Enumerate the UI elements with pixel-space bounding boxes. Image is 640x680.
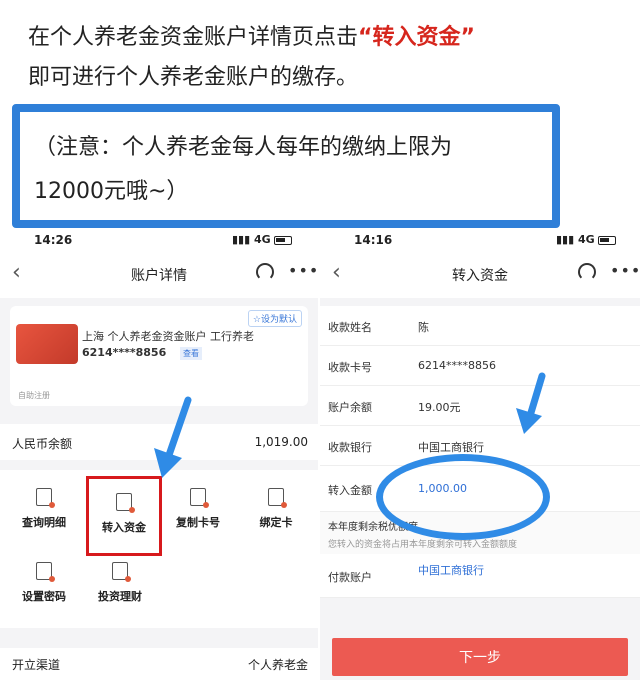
field-payer-account[interactable]: 付款账户 中国工商银行: [320, 554, 640, 598]
action-copy-card[interactable]: 复制卡号: [160, 488, 236, 530]
copy-icon: [190, 488, 209, 508]
transfer-in-icon: [116, 493, 135, 513]
action-label: 投资理财: [98, 590, 142, 603]
field-value: 19.00元: [418, 401, 461, 414]
action-transfer-in[interactable]: 转入资金: [86, 476, 162, 556]
note-line2: 12000元哦~）: [34, 179, 189, 204]
lock-icon: [36, 562, 55, 582]
action-query-detail[interactable]: 查询明细: [6, 488, 82, 530]
arrow-down-left-icon: [154, 396, 192, 478]
headset-icon[interactable]: [578, 263, 596, 281]
note-box: （注意：个人养老金每人每年的缴纳上限为 12000元哦~）: [12, 104, 560, 228]
battery-icon: [273, 235, 292, 245]
network-label: 4G: [254, 233, 271, 246]
network-label: 4G: [578, 233, 595, 246]
field-payee-name: 收款姓名 陈: [320, 306, 640, 346]
balance-label: 人民币余额: [12, 437, 73, 451]
field-label: 收款姓名: [328, 321, 372, 334]
view-button[interactable]: 查看: [180, 347, 202, 360]
note-text: （注意：个人养老金每人每年的缴纳上限为 12000元哦~）: [34, 126, 452, 214]
balance-value: 1,019.00: [254, 435, 308, 449]
account-card: ☆设为默认 上海 个人养老金资金账户 工行养老 6214****8856 查看 …: [10, 306, 308, 406]
signal-icon: ▮▮▮ 4G: [232, 233, 292, 246]
field-label: 账户余额: [328, 401, 372, 414]
status-bar: 14:26 ▮▮▮ 4G: [0, 230, 318, 252]
invest-icon: [112, 562, 131, 582]
status-time: 14:26: [34, 233, 73, 247]
action-label: 绑定卡: [259, 516, 293, 529]
field-value: 中国工商银行: [418, 441, 484, 454]
action-invest[interactable]: 投资理财: [82, 562, 158, 604]
field-label: 转入金额: [328, 484, 372, 497]
field-account-balance: 账户余额 19.00元: [320, 386, 640, 426]
nav-bar: ‹ 转入资金 •••: [320, 252, 640, 298]
action-label: 查询明细: [22, 516, 66, 529]
signal-icon: ▮▮▮ 4G: [556, 233, 616, 246]
headset-icon[interactable]: [256, 263, 274, 281]
nav-bar: ‹ 账户详情 •••: [0, 252, 318, 298]
intro-line2: 即可进行个人养老金账户的缴存。: [28, 65, 359, 90]
field-label: 收款卡号: [328, 361, 372, 374]
field-value: 陈: [418, 321, 429, 334]
field-payee-card: 收款卡号 6214****8856: [320, 346, 640, 386]
intro-highlight: “转入资金”: [358, 25, 475, 50]
note-line1: （注意：个人养老金每人每年的缴纳上限为: [34, 135, 453, 160]
account-name: 上海 个人养老金资金账户 工行养老: [82, 330, 254, 343]
battery-icon: [597, 235, 616, 245]
transfer-form: 收款姓名 陈 收款卡号 6214****8856 账户余额 19.00元 收款银…: [320, 306, 640, 598]
arrow-down-right-icon: [516, 372, 546, 434]
action-label: 复制卡号: [176, 516, 220, 529]
field-label: 付款账户: [328, 571, 372, 584]
field-value: 6214****8856: [418, 359, 496, 372]
more-icon[interactable]: •••: [288, 261, 318, 280]
register-note: 自助注册: [18, 391, 50, 400]
more-icon[interactable]: •••: [610, 261, 640, 280]
action-label: 转入资金: [102, 521, 146, 534]
detail-icon: [36, 488, 55, 508]
set-default-button[interactable]: ☆设为默认: [247, 310, 302, 327]
account-number: 6214****8856: [82, 346, 167, 359]
channel-row: 开立渠道 个人养老金: [0, 648, 318, 680]
bind-card-icon: [268, 488, 287, 508]
action-grid: 查询明细 转入资金 复制卡号 绑定卡 设置密码 投资理财: [0, 470, 318, 628]
intro-line1: 在个人养老金资金账户详情页点击: [28, 25, 359, 50]
status-time: 14:16: [354, 233, 393, 247]
action-label: 设置密码: [22, 590, 66, 603]
action-bind-card[interactable]: 绑定卡: [238, 488, 314, 530]
status-bar: 14:16 ▮▮▮ 4G: [320, 230, 640, 252]
field-label: 收款银行: [328, 441, 372, 454]
channel-value: 个人养老金: [247, 658, 308, 672]
amount-highlight-ellipse: [376, 454, 550, 540]
next-step-button[interactable]: 下一步: [332, 638, 628, 676]
payer-account-value[interactable]: 中国工商银行: [418, 562, 484, 578]
bank-card-image: [16, 324, 78, 364]
intro-text: 在个人养老金资金账户详情页点击“转入资金” 即可进行个人养老金账户的缴存。: [28, 18, 628, 98]
action-set-password[interactable]: 设置密码: [6, 562, 82, 604]
channel-label: 开立渠道: [12, 658, 61, 672]
